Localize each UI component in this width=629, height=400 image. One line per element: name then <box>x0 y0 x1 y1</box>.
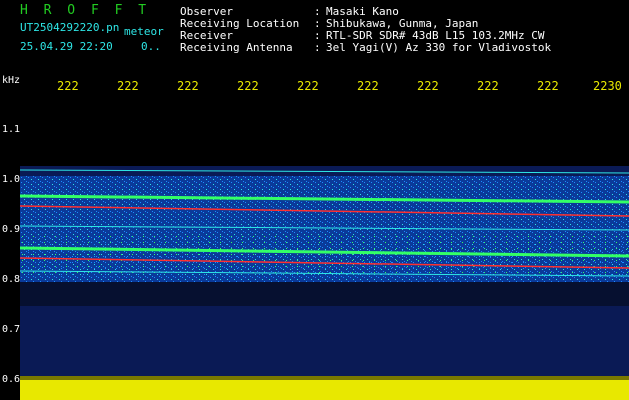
x-tick-10: 2230 <box>593 79 622 93</box>
location-label: Receiving Location <box>180 17 300 30</box>
bottom-power-bar <box>20 380 629 400</box>
y-tick-0-9: 0.9 <box>2 224 21 235</box>
app-title: H R O F F T <box>20 3 151 18</box>
y-tick-1-0: 1.0 <box>2 174 21 185</box>
x-tick-5: 222 <box>297 79 319 93</box>
antenna-colon: : <box>314 41 321 54</box>
bottom-power-bar-edge <box>20 376 629 380</box>
observer-label: Observer <box>180 5 233 18</box>
antenna-value: 3el Yagi(V) Az 330 for Vladivostok <box>326 41 552 54</box>
x-tick-8: 222 <box>477 79 499 93</box>
axis-unit-label: kHz <box>2 75 21 86</box>
filename-label: UT2504292220.pn <box>20 21 120 34</box>
location-colon: : <box>314 17 321 30</box>
y-tick-0-6: 0.6 <box>2 374 21 385</box>
receiver-value: RTL-SDR SDR# 43dB L15 103.2MHz CW <box>326 29 545 42</box>
mode-label: meteor <box>124 25 164 38</box>
x-tick-2: 222 <box>117 79 139 93</box>
x-tick-1: 222 <box>57 79 79 93</box>
y-tick-1-1: 1.1 <box>2 124 21 135</box>
x-tick-4: 222 <box>237 79 259 93</box>
spectrogram-svg <box>20 166 629 400</box>
x-tick-3: 222 <box>177 79 199 93</box>
datetime-label: 25.04.29 22:20 <box>20 40 113 53</box>
x-tick-7: 222 <box>417 79 439 93</box>
meteor-count: 0.. <box>141 40 161 53</box>
x-tick-9: 222 <box>537 79 559 93</box>
x-tick-6: 222 <box>357 79 379 93</box>
receiver-label: Receiver <box>180 29 233 42</box>
location-value: Shibukawa, Gunma, Japan <box>326 17 479 30</box>
y-tick-0-7: 0.7 <box>2 324 21 335</box>
observer-value: Masaki Kano <box>326 5 399 18</box>
y-tick-0-8: 0.8 <box>2 274 21 285</box>
fade-band <box>20 282 629 306</box>
observer-colon: : <box>314 5 321 18</box>
antenna-label: Receiving Antenna <box>180 41 293 54</box>
spectrogram-plot <box>20 96 629 400</box>
receiver-colon: : <box>314 29 321 42</box>
